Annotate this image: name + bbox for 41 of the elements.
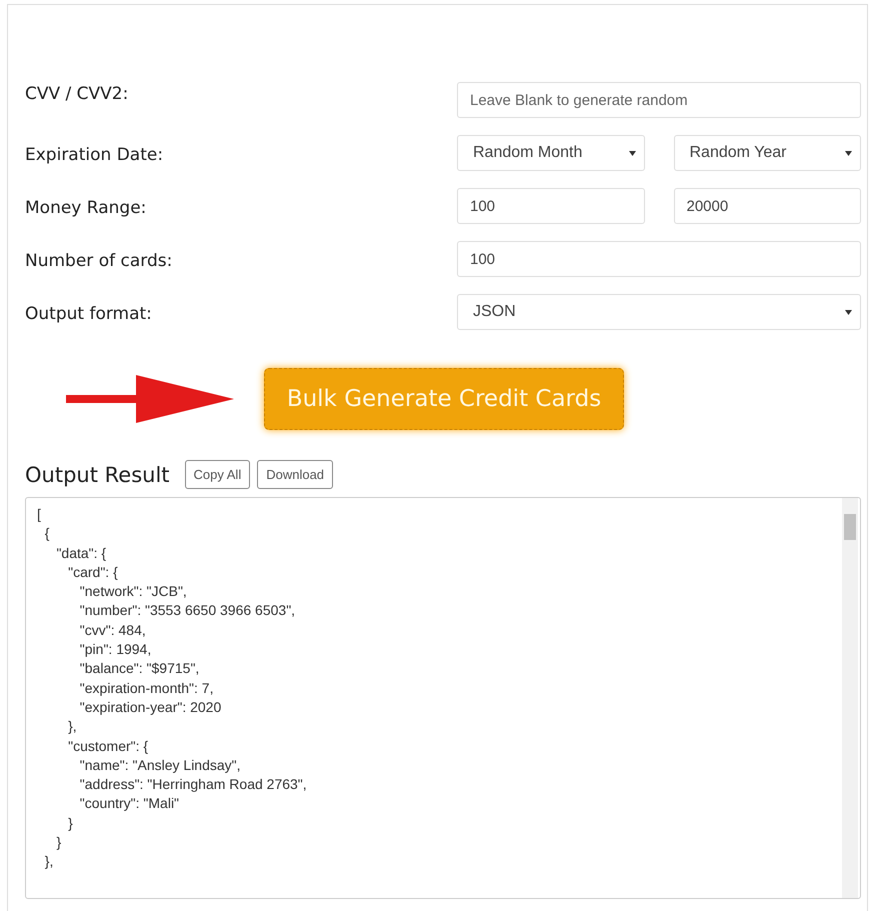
output-textarea[interactable] [25,497,861,899]
caret-icon [628,150,636,156]
dropdown[interactable]: Random Month [457,135,644,171]
input-field[interactable]: 100 [457,188,644,224]
code-line: "pin": 1994, [78,640,152,660]
code-line: "number": "3553 6650 3966 6503", [78,601,296,620]
code-line: "expiration-year": 2020 [78,698,222,717]
code-line: "country": "Mali" [78,794,180,814]
code-line: }, [44,852,54,872]
input-field[interactable]: 20000 [674,188,861,224]
scrollbar-thumb[interactable] [844,514,856,540]
code-line: }, [67,717,77,736]
code-line: } [67,814,73,833]
field-label: Output format: [25,304,152,324]
field-label: Money Range: [25,198,146,218]
arrow-icon [66,375,234,423]
code-line: "expiration-month": 7, [78,678,214,698]
section-title: Output Result [25,462,170,486]
output-button[interactable]: Download [257,460,334,489]
code-line: "address": "Herringham Road 2763", [78,775,307,794]
code-line: "balance": "$9715", [78,659,200,678]
input-field[interactable]: 100 [457,241,861,277]
code-line: [ [37,505,41,524]
code-line: "name": "Ansley Lindsay", [78,756,241,775]
code-line: { [44,524,50,544]
code-line: } [55,833,62,852]
code-line: "data": { [55,544,106,563]
code-line: "cvv": 484, [78,620,146,640]
caret-icon [845,150,852,156]
field-label: CVV / CVV2: [25,84,128,104]
output-button[interactable]: Copy All [184,460,250,489]
dropdown[interactable]: JSON [457,294,861,330]
input-field[interactable]: Leave Blank to generate random [457,82,861,118]
field-label: Number of cards: [25,251,172,271]
code-line: "network": "JCB", [78,582,187,602]
code-line: "card": { [67,562,118,582]
dropdown[interactable]: Random Year [674,135,861,171]
field-label: Expiration Date: [25,145,164,165]
caret-icon [845,310,852,314]
code-line: "customer": { [67,736,148,756]
scrollbar[interactable] [842,498,858,898]
